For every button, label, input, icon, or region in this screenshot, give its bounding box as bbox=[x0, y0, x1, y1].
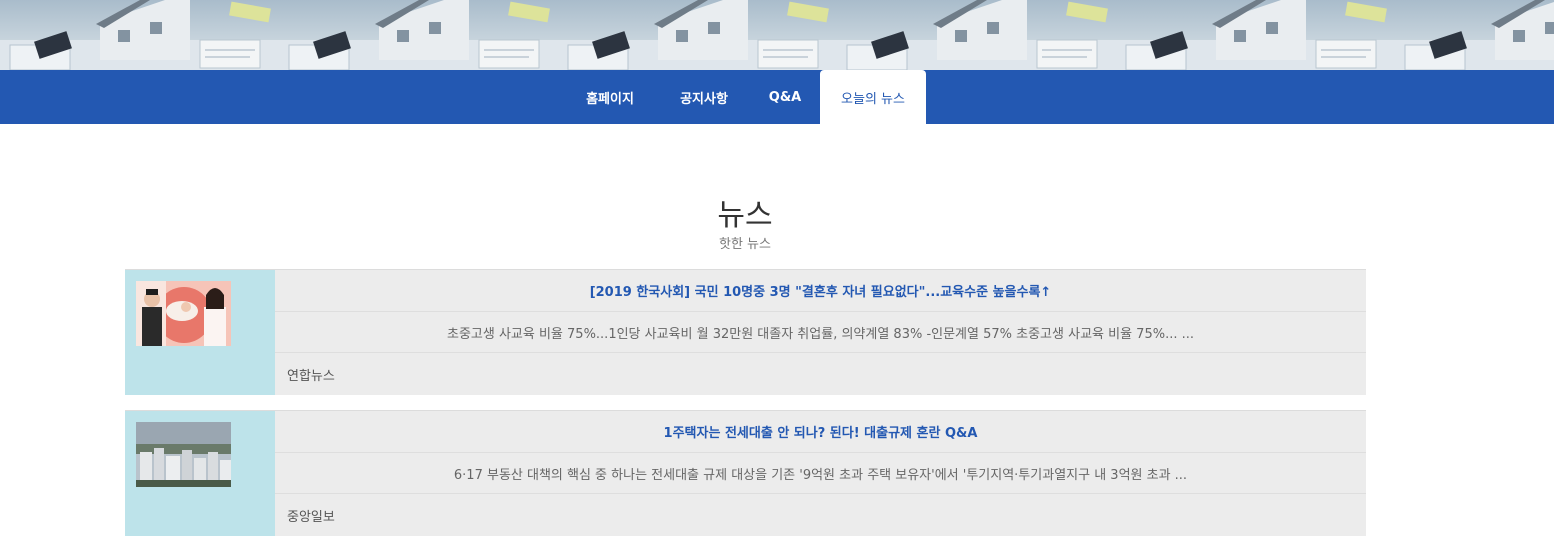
news-summary: 초중고생 사교육 비율 75%...1인당 사교육비 월 32만원 대졸자 취업… bbox=[275, 312, 1366, 354]
main-nav: 홈페이지 공지사항 Q&A 오늘의 뉴스 bbox=[0, 70, 1554, 124]
news-card: [2019 한국사회] 국민 10명중 3명 "결혼후 자녀 필요없다"...교… bbox=[125, 269, 1366, 395]
news-card: 1주택자는 전세대출 안 되나? 된다! 대출규제 혼란 Q&A 6·17 부동… bbox=[125, 410, 1366, 536]
page-subtitle: 핫한 뉴스 bbox=[719, 237, 771, 252]
news-card-body: 1주택자는 전세대출 안 되나? 된다! 대출규제 혼란 Q&A 6·17 부동… bbox=[275, 411, 1366, 536]
nav-item-home[interactable]: 홈페이지 bbox=[572, 70, 648, 124]
news-source: 연합뉴스 bbox=[287, 368, 335, 384]
nav-item-notice[interactable]: 공지사항 bbox=[666, 70, 742, 124]
news-title-link[interactable]: 1주택자는 전세대출 안 되나? 된다! 대출규제 혼란 Q&A bbox=[275, 411, 1366, 453]
news-thumbnail-column bbox=[125, 270, 275, 395]
news-card-body: [2019 한국사회] 국민 10명중 3명 "결혼후 자녀 필요없다"...교… bbox=[275, 270, 1366, 395]
banner-house-image bbox=[558, 0, 837, 70]
page-title: 뉴스 bbox=[717, 198, 773, 233]
apartment-city-icon[interactable] bbox=[136, 422, 231, 487]
family-photo-icon[interactable] bbox=[136, 281, 231, 346]
nav-item-qna[interactable]: Q&A bbox=[760, 70, 810, 124]
header-banner bbox=[0, 0, 1554, 70]
banner-house-image bbox=[1116, 0, 1395, 70]
news-thumbnail-column bbox=[125, 411, 275, 536]
banner-house-image bbox=[279, 0, 558, 70]
news-title-link[interactable]: [2019 한국사회] 국민 10명중 3명 "결혼후 자녀 필요없다"...교… bbox=[275, 270, 1366, 312]
banner-house-image bbox=[0, 0, 279, 70]
banner-house-image bbox=[837, 0, 1116, 70]
nav-item-today-news[interactable]: 오늘의 뉴스 bbox=[820, 70, 926, 124]
news-summary: 6·17 부동산 대책의 핵심 중 하나는 전세대출 규제 대상을 기존 '9억… bbox=[275, 453, 1366, 495]
news-source: 중앙일보 bbox=[287, 509, 335, 525]
banner-house-image bbox=[1395, 0, 1554, 70]
